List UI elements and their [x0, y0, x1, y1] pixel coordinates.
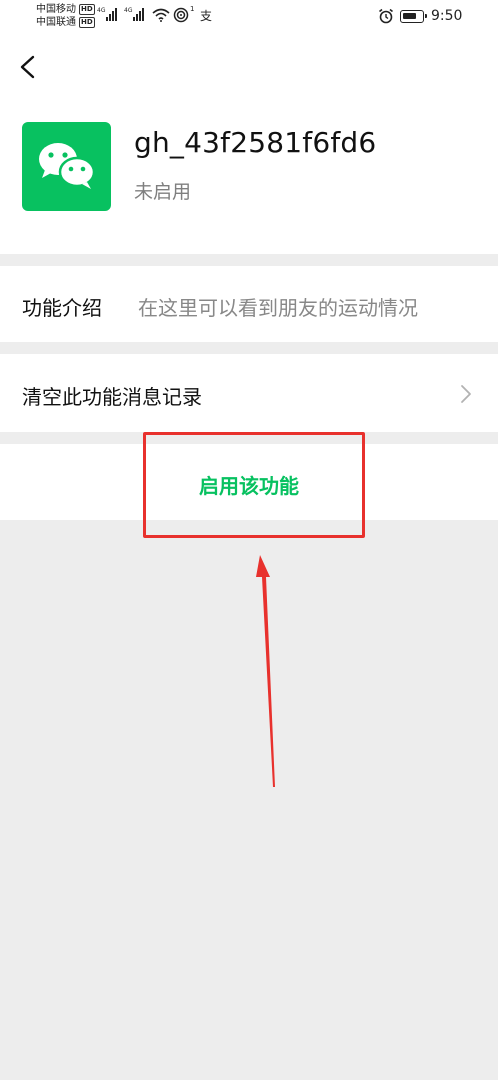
- battery-icon: [400, 10, 427, 23]
- carrier-2: 中国联通: [36, 17, 76, 28]
- annotation-arrow-icon: [256, 555, 275, 787]
- wechat-logo: [22, 122, 111, 211]
- annotation-highlight-box: [143, 432, 365, 538]
- clear-history-label: 清空此功能消息记录: [22, 385, 202, 409]
- alarm-icon: [379, 8, 393, 24]
- carrier-info: 中国移动 HD 中国联通 HD: [36, 3, 95, 29]
- feature-intro-label: 功能介绍: [22, 296, 102, 320]
- hd-badge: HD: [79, 17, 95, 28]
- wifi-icon: [152, 8, 170, 22]
- feature-intro-row: 功能介绍 在这里可以看到朋友的运动情况: [0, 266, 498, 342]
- status-bar: 中国移动 HD 中国联通 HD 4G 4G 1 支 9:50: [0, 0, 498, 34]
- page: 中国移动 HD 中国联通 HD 4G 4G 1 支 9:50 gh_43f258…: [0, 0, 498, 1080]
- feature-intro-value: 在这里可以看到朋友的运动情况: [138, 296, 418, 320]
- account-status: 未启用: [134, 181, 192, 203]
- chevron-left-icon[interactable]: [14, 52, 42, 82]
- hotspot-icon: [173, 7, 189, 23]
- account-name: gh_43f2581f6fd6: [134, 126, 377, 159]
- signal-1-icon: 4G: [97, 7, 118, 21]
- chevron-right-icon: [461, 385, 471, 403]
- hd-badge: HD: [79, 4, 95, 15]
- account-header: gh_43f2581f6fd6 未启用: [0, 34, 498, 254]
- hotspot-count: 1: [190, 5, 195, 13]
- clear-history-row[interactable]: 清空此功能消息记录: [0, 354, 498, 432]
- signal-2-icon: 4G: [124, 7, 145, 21]
- clock: 9:50: [431, 8, 463, 24]
- pay-icon: 支: [200, 9, 213, 23]
- carrier-1: 中国移动: [36, 4, 76, 15]
- wechat-bubbles-icon: [39, 143, 96, 189]
